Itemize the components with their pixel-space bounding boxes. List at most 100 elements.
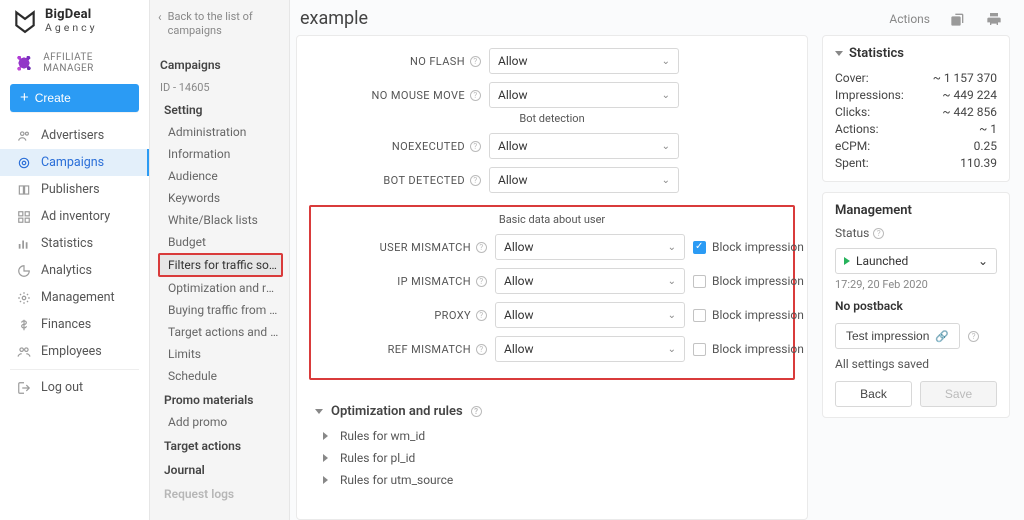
select-noexecuted[interactable]: Allow⌄ <box>489 133 679 159</box>
select-ref-mismatch[interactable]: Allow⌄ <box>495 336 685 362</box>
add-promo-link[interactable]: Add promo <box>158 411 283 433</box>
checkbox-icon <box>693 343 706 356</box>
nav-adinventory[interactable]: Ad inventory <box>0 203 149 230</box>
setting-item[interactable]: White/Black lists <box>158 209 283 231</box>
block-label: Block impression <box>712 342 804 356</box>
row-proxy: PROXY Allow⌄ Block impression <box>315 298 789 332</box>
status-select[interactable]: Launched ⌄ <box>835 248 997 274</box>
nav-label: Ad inventory <box>41 209 110 224</box>
nav-publishers[interactable]: Publishers <box>0 176 149 203</box>
select-value: Allow <box>498 88 528 102</box>
nav-analytics[interactable]: Analytics <box>0 257 149 284</box>
back-to-campaigns[interactable]: ‹ Back to the list of campaigns <box>158 6 283 52</box>
print-icon[interactable] <box>986 11 1002 27</box>
nav-label: Employees <box>41 344 102 359</box>
nav-statistics[interactable]: Statistics <box>0 230 149 257</box>
save-button[interactable]: Save <box>920 381 997 407</box>
nav-label: Publishers <box>41 182 100 197</box>
select-no-mouse-move[interactable]: Allow ⌄ <box>489 82 679 108</box>
caret-down-icon <box>315 409 323 414</box>
chevron-down-icon: ⌄ <box>978 254 988 268</box>
user-block[interactable]: AFFILIATE MANAGER <box>0 44 149 84</box>
info-icon[interactable] <box>470 175 481 186</box>
block-impression-user-mismatch[interactable]: Block impression <box>693 240 807 254</box>
rule-item[interactable]: Rules for utm_source <box>309 469 795 491</box>
basic-data-highlight: Basic data about user USER MISMATCH Allo… <box>309 205 795 380</box>
setting-item[interactable]: Schedule <box>158 365 283 387</box>
setting-item[interactable]: Budget <box>158 231 283 253</box>
stat-row: Clicks: ~ 442 856 <box>835 103 997 120</box>
row-ref-mismatch: REF MISMATCH Allow⌄ Block impression <box>315 332 789 366</box>
setting-item[interactable]: Filters for traffic sour... <box>158 253 283 277</box>
nav-management[interactable]: Management <box>0 284 149 311</box>
setting-item[interactable]: Administration <box>158 121 283 143</box>
rule-label: Rules for utm_source <box>340 473 453 487</box>
campaign-subnav: ‹ Back to the list of campaigns Campaign… <box>150 0 290 520</box>
setting-item[interactable]: Target actions and re... <box>158 321 283 343</box>
setting-item[interactable]: Buying traffic from S... <box>158 299 283 321</box>
back-button[interactable]: Back <box>835 381 912 407</box>
section-bot-detection: Bot detection <box>309 112 795 129</box>
subnav-request-logs-heading[interactable]: Request logs <box>158 481 283 505</box>
chevron-left-icon: ‹ <box>158 11 162 23</box>
select-proxy[interactable]: Allow⌄ <box>495 302 685 328</box>
info-icon[interactable] <box>476 310 487 321</box>
block-impression-ip-mismatch[interactable]: Block impression <box>693 274 807 288</box>
rule-item[interactable]: Rules for wm_id <box>309 425 795 447</box>
select-ip-mismatch[interactable]: Allow⌄ <box>495 268 685 294</box>
management-panel: Management Status Launched ⌄ 17:29, 20 F… <box>822 192 1010 418</box>
select-user-mismatch[interactable]: Allow⌄ <box>495 234 685 260</box>
back-label: Back to the list of campaigns <box>168 10 279 38</box>
info-icon[interactable] <box>968 331 979 342</box>
nav-campaigns[interactable]: Campaigns <box>0 149 149 176</box>
create-button[interactable]: + Create <box>10 84 139 112</box>
nav-advertisers[interactable]: Advertisers <box>0 122 149 149</box>
checkbox-icon <box>693 309 706 322</box>
subnav-journal-heading[interactable]: Journal <box>158 457 283 481</box>
stat-key: Impressions: <box>835 88 904 102</box>
select-no-flash[interactable]: Allow⌄ <box>489 48 679 74</box>
info-icon[interactable] <box>471 406 482 417</box>
select-value: Allow <box>498 54 528 68</box>
test-impression-button[interactable]: Test impression <box>835 323 960 349</box>
subnav-target-actions-heading[interactable]: Target actions <box>158 433 283 457</box>
select-value: Allow <box>504 308 534 322</box>
setting-item[interactable]: Limits <box>158 343 283 365</box>
stats-rows: Cover:~ 1 157 370Impressions:~ 449 224Cl… <box>835 69 997 171</box>
nav-logout[interactable]: Log out <box>0 374 149 401</box>
main: example Actions NO FLASH Allow⌄ NO M <box>290 0 1024 520</box>
stat-value: 0.25 <box>974 139 997 153</box>
nav-finances[interactable]: Finances <box>0 311 149 338</box>
stat-key: eCPM: <box>835 139 870 153</box>
info-icon[interactable] <box>470 141 481 152</box>
block-impression-proxy[interactable]: Block impression <box>693 308 807 322</box>
info-icon[interactable] <box>476 242 487 253</box>
select-bot-detected[interactable]: Allow⌄ <box>489 167 679 193</box>
info-icon[interactable] <box>470 56 481 67</box>
saved-message: All settings saved <box>835 349 997 381</box>
info-icon[interactable] <box>476 344 487 355</box>
info-icon[interactable] <box>470 90 481 101</box>
setting-item[interactable]: Keywords <box>158 187 283 209</box>
avatar <box>12 50 36 76</box>
stat-value: ~ 442 856 <box>942 105 997 119</box>
block-impression-ref-mismatch[interactable]: Block impression <box>693 342 807 356</box>
setting-item[interactable]: Audience <box>158 165 283 187</box>
setting-item[interactable]: Information <box>158 143 283 165</box>
status-label: Status <box>835 226 869 240</box>
info-icon[interactable] <box>476 276 487 287</box>
actions-link[interactable]: Actions <box>889 12 930 26</box>
optimization-rules-header[interactable]: Optimization and rules <box>309 394 795 425</box>
main-sidebar: BigDeal Agency AFFILIATE MANAGER + Creat… <box>0 0 150 520</box>
info-icon[interactable] <box>873 228 884 239</box>
setting-item[interactable]: Optimization and rules <box>158 277 283 299</box>
chevron-down-icon: ⌄ <box>662 90 670 101</box>
rule-item[interactable]: Rules for pl_id <box>309 447 795 469</box>
brand: BigDeal Agency <box>0 0 149 44</box>
nav-employees[interactable]: Employees <box>0 338 149 365</box>
caret-down-icon[interactable] <box>835 51 843 56</box>
nav-label: Campaigns <box>41 155 104 170</box>
copy-icon[interactable] <box>950 11 966 27</box>
stat-key: Clicks: <box>835 105 870 119</box>
stat-value: ~ 1 157 370 <box>933 71 997 85</box>
